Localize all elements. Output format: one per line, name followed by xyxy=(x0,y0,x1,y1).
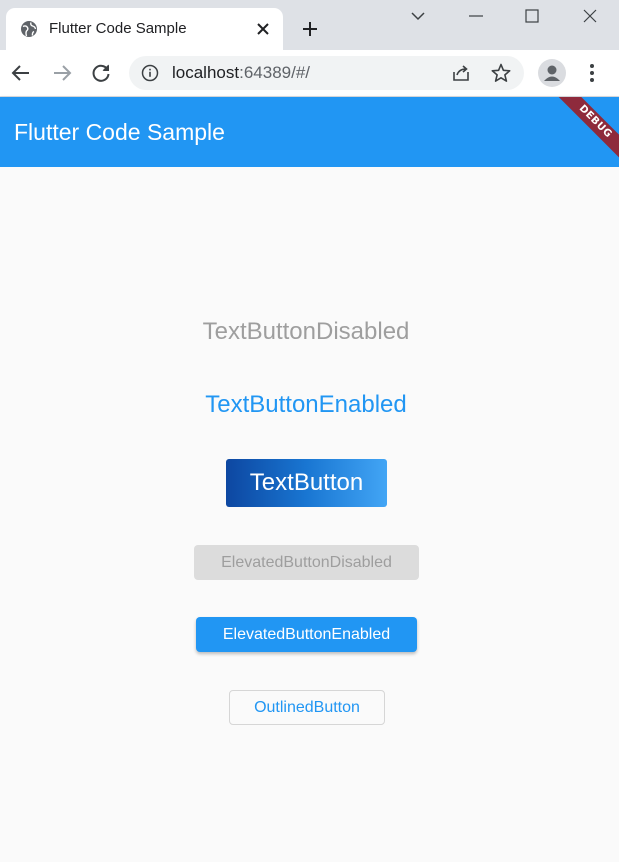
maximize-icon[interactable] xyxy=(520,4,544,28)
profile-icon[interactable] xyxy=(538,59,566,87)
app-bar: Flutter Code Sample DEBUG xyxy=(0,97,619,167)
person-icon xyxy=(544,65,560,81)
tab-strip: Flutter Code Sample xyxy=(0,0,619,50)
elevated-button-disabled: ElevatedButtonDisabled xyxy=(194,545,419,580)
url-text[interactable]: localhost:64389/#/ xyxy=(172,64,310,82)
url-path: :64389/#/ xyxy=(239,63,311,82)
chevron-down-icon[interactable] xyxy=(406,4,430,28)
forward-arrow-icon[interactable] xyxy=(50,61,74,85)
debug-banner: DEBUG xyxy=(550,97,619,167)
url-host: localhost xyxy=(172,63,240,82)
text-button-disabled: TextButtonDisabled xyxy=(202,318,410,345)
gradient-text-button[interactable]: TextButton xyxy=(226,459,387,507)
tab-flutter-code-sample[interactable]: Flutter Code Sample xyxy=(6,8,283,50)
outlined-button[interactable]: OutlinedButton xyxy=(229,690,385,725)
browser-window: Flutter Code Sample localhost:64389/#/ F… xyxy=(0,0,619,862)
elevated-button-enabled[interactable]: ElevatedButtonEnabled xyxy=(196,617,417,652)
share-icon[interactable] xyxy=(451,63,471,83)
browser-toolbar: localhost:64389/#/ xyxy=(0,50,619,97)
minimize-icon[interactable] xyxy=(464,4,488,28)
plus-icon[interactable] xyxy=(298,17,322,41)
close-icon[interactable] xyxy=(253,19,273,39)
address-bar[interactable]: localhost:64389/#/ xyxy=(129,56,524,90)
back-arrow-icon[interactable] xyxy=(9,61,33,85)
info-icon[interactable] xyxy=(141,64,159,82)
text-button-enabled[interactable]: TextButtonEnabled xyxy=(180,385,432,425)
app-title: Flutter Code Sample xyxy=(14,119,225,145)
kebab-menu-icon[interactable] xyxy=(580,61,604,85)
star-icon[interactable] xyxy=(490,62,512,84)
globe-icon xyxy=(21,21,37,37)
reload-icon[interactable] xyxy=(89,61,113,85)
close-icon[interactable] xyxy=(578,4,602,28)
tab-title: Flutter Code Sample xyxy=(49,20,187,37)
app-body: TextButtonDisabled TextButtonEnabled Tex… xyxy=(0,167,619,862)
